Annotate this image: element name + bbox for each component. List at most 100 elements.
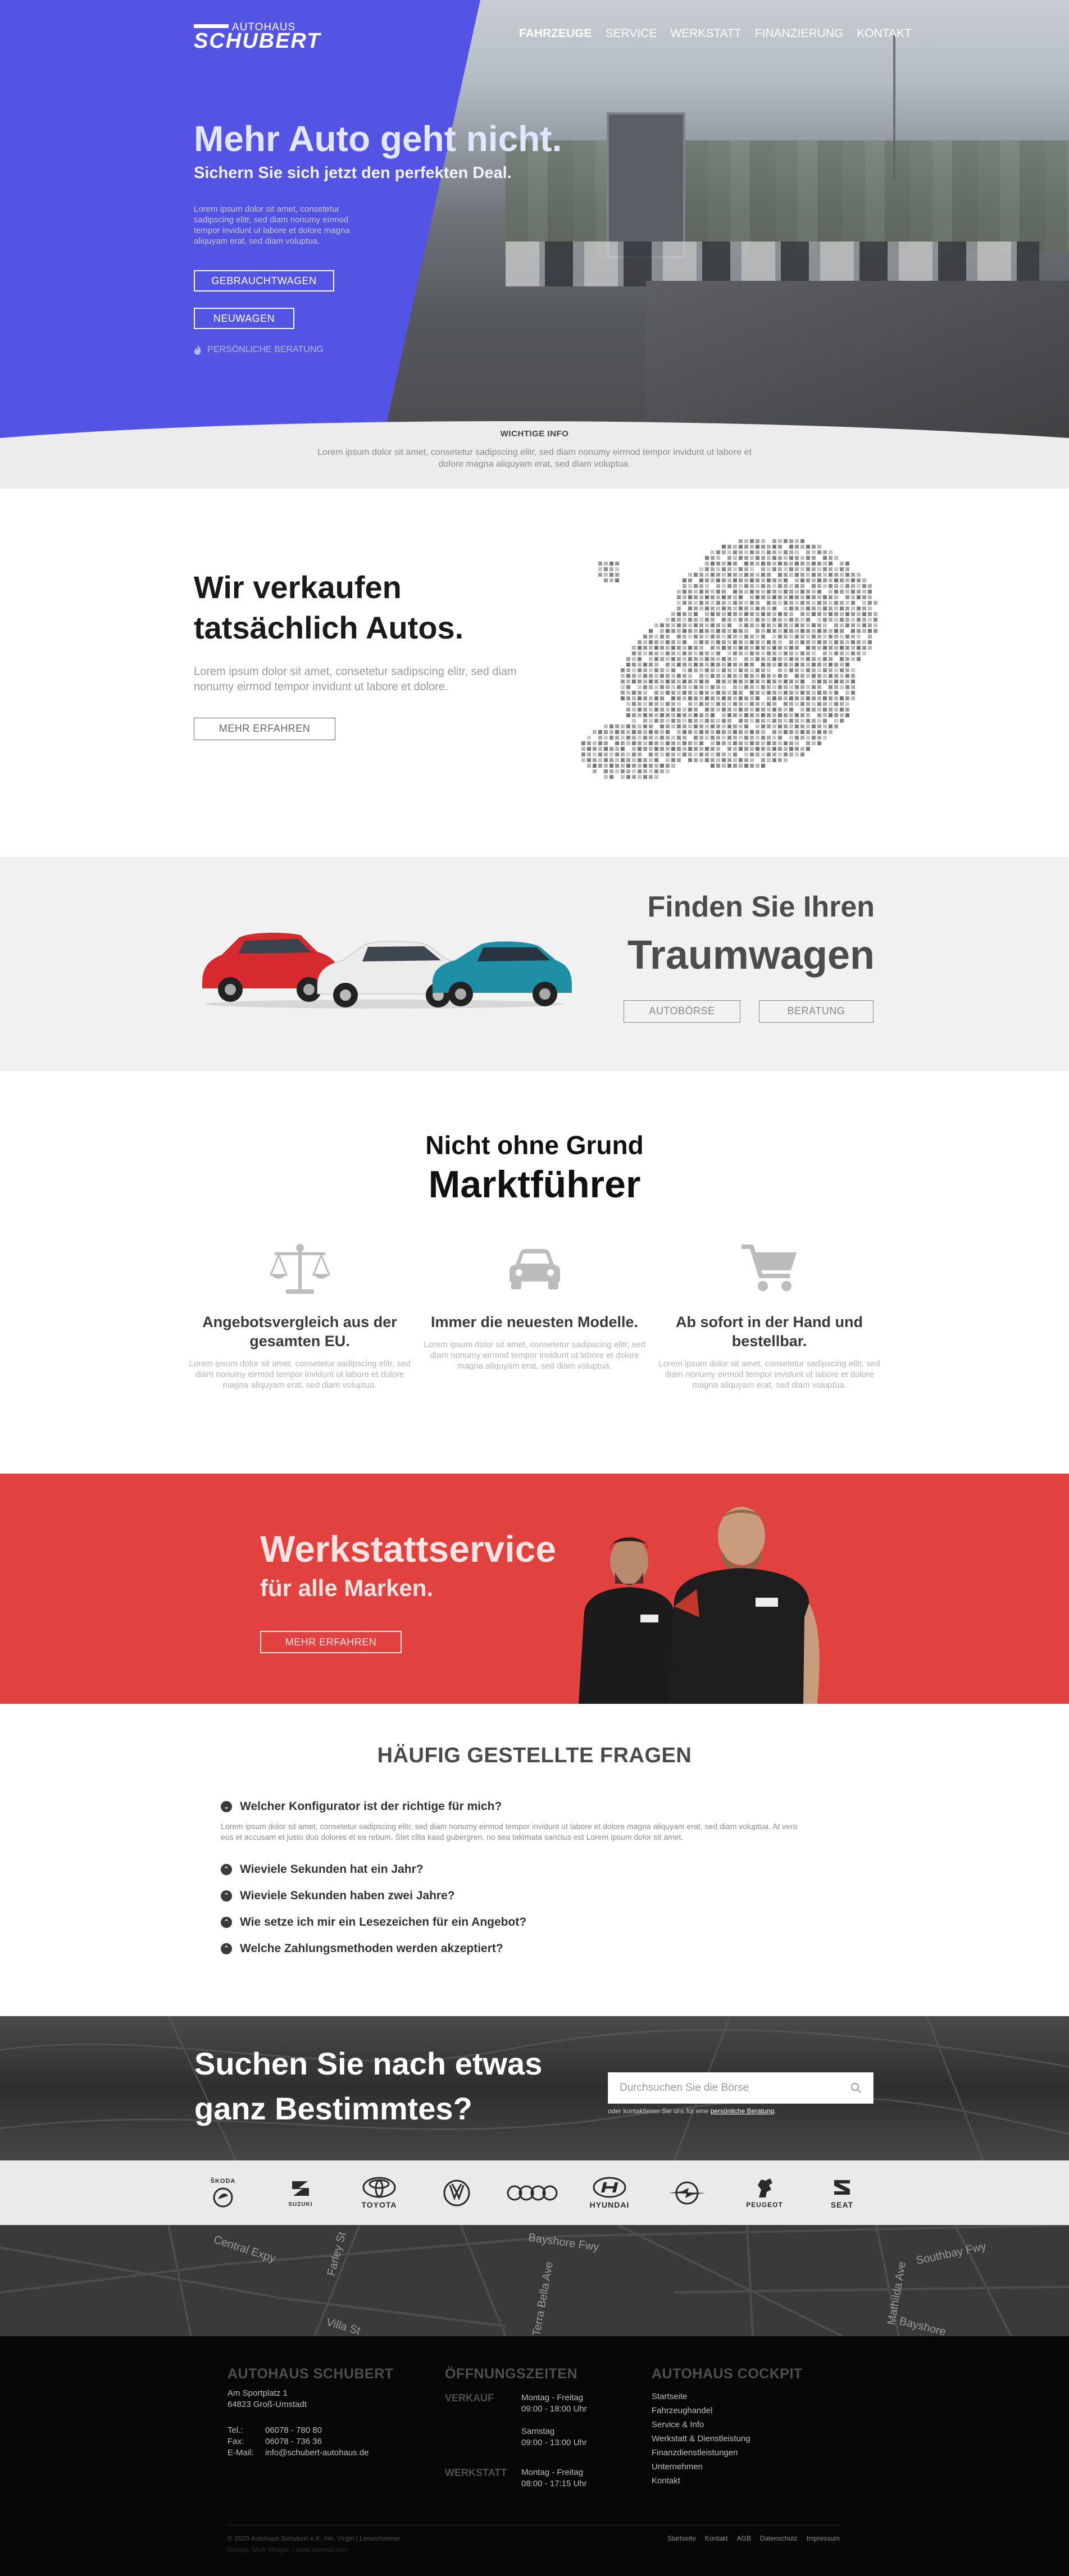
map-dot [727, 668, 731, 672]
map-dot [845, 708, 849, 712]
map-dot [817, 736, 821, 740]
map-dot [834, 618, 838, 622]
map-dot [688, 651, 692, 655]
map-dot [677, 696, 681, 700]
nav-item-fahrzeuge[interactable]: FAHRZEUGE [519, 27, 592, 40]
map-dot [711, 663, 715, 667]
brand-seat[interactable]: SEAT [817, 2169, 867, 2217]
map-dot [744, 629, 748, 633]
suzuki-logo-icon [292, 2181, 309, 2196]
nav-item-service[interactable]: SERVICE [606, 27, 657, 40]
map-dot [862, 618, 866, 622]
map-dot [733, 764, 737, 768]
workshop-more-button[interactable]: MEHR ERFAHREN [260, 1631, 402, 1653]
map-dot [840, 623, 844, 627]
map-dot [789, 753, 793, 756]
nav-item-finanzierung[interactable]: FINANZIERUNG [755, 27, 844, 40]
consulting-button[interactable]: BERATUNG [759, 1000, 874, 1023]
brand-opel[interactable] [662, 2169, 712, 2217]
map-dot [784, 550, 788, 554]
map-dot [767, 562, 771, 566]
map-dot [767, 646, 771, 650]
map-dot [857, 607, 861, 610]
brand-vw[interactable] [431, 2169, 482, 2217]
legal-link-startseite[interactable]: Startseite [667, 2534, 696, 2542]
personal-consulting-link[interactable]: PERSÖNLICHE BERATUNG [194, 345, 324, 355]
footer-link-kontakt[interactable]: Kontakt [652, 2474, 750, 2488]
map-dot [688, 623, 692, 627]
logo[interactable]: AUTOHAUS SCHUBERT [194, 21, 351, 53]
brand-suzuki[interactable]: SUZUKI [275, 2169, 326, 2217]
map-dot [699, 674, 703, 678]
map-dot [784, 663, 788, 667]
footer-mail[interactable]: info@schubert-autohaus.de [265, 2447, 369, 2459]
map-dot [727, 702, 731, 706]
map-dot [711, 696, 715, 700]
faq-question-3[interactable]: ⌃ Wieviele Sekunden haben zwei Jahre? [221, 1889, 455, 1903]
car-market-button[interactable]: AUTOBÖRSE [624, 1000, 740, 1023]
sell-more-button[interactable]: MEHR ERFAHREN [194, 718, 335, 740]
map-dot [784, 573, 788, 577]
search-input[interactable] [620, 2082, 850, 2094]
legal-link-agb[interactable]: AGB [737, 2534, 751, 2542]
map-dot [722, 708, 726, 712]
consulting-link[interactable]: persönliche Beratung [711, 2107, 774, 2115]
brand-skoda[interactable]: ŠKODA [198, 2169, 248, 2217]
map-dot [823, 562, 827, 566]
map-dot [694, 629, 698, 633]
footer-street: Am Sportplatz 1 [228, 2388, 288, 2398]
nav-item-kontakt[interactable]: KONTAKT [857, 27, 912, 40]
map-dot [778, 685, 782, 689]
search-icon[interactable] [850, 2082, 862, 2094]
dream-title-1: Finden Sie Ihren [647, 891, 875, 923]
footer-link-startseite[interactable]: Startseite [652, 2390, 750, 2404]
brand-peugeot[interactable]: PEUGEOT [739, 2169, 790, 2217]
map-dot [744, 668, 748, 672]
footer-link-finanz[interactable]: Finanzdienstleistungen [652, 2446, 750, 2460]
map-dot [778, 567, 782, 571]
map-dot [593, 769, 597, 773]
nav-item-werkstatt[interactable]: WERKSTATT [670, 27, 741, 40]
map-dot [761, 573, 765, 577]
map-dot [677, 640, 681, 644]
map-dot [834, 635, 838, 639]
map-dot [699, 747, 703, 751]
footer-tel[interactable]: 06078 - 780 80 [265, 2425, 322, 2436]
faq-question-1[interactable]: ⌄ Welcher Konfigurator ist der richtige … [221, 1800, 502, 1813]
map-dot [727, 618, 731, 622]
legal-link-kontakt[interactable]: Kontakt [705, 2534, 728, 2542]
brand-toyota[interactable]: TOYOTA [354, 2169, 404, 2217]
map-dot [800, 629, 804, 633]
footer-link-werkstatt[interactable]: Werkstatt & Dienstleistung [652, 2432, 750, 2446]
footer-link-service[interactable]: Service & Info [652, 2418, 750, 2432]
brand-hyundai[interactable]: HYUNDAI [584, 2169, 635, 2217]
map-dot [834, 708, 838, 712]
map-dot [829, 674, 833, 678]
used-cars-button[interactable]: GEBRAUCHTWAGEN [194, 270, 334, 291]
map-dot [772, 550, 776, 554]
map-dot [688, 601, 692, 605]
legal-link-datenschutz[interactable]: Datenschutz [760, 2534, 798, 2542]
map-dot [750, 702, 754, 706]
footer-link-unternehmen[interactable]: Unternehmen [652, 2460, 750, 2474]
map-dot [851, 691, 855, 695]
map-dot [812, 719, 816, 723]
map-dot [660, 640, 664, 644]
new-cars-button[interactable]: NEUWAGEN [194, 308, 294, 329]
map-dot [784, 708, 788, 712]
map-dot [727, 736, 731, 740]
brand-audi[interactable] [507, 2169, 558, 2217]
map-dot [756, 601, 759, 605]
location-map[interactable]: Central Expy Farley St Bayshore Fwy Terr… [0, 2225, 1069, 2336]
legal-link-impressum[interactable]: Impressum [807, 2534, 840, 2542]
faq-question-4[interactable]: ⌃ Wie setze ich mir ein Lesezeichen für … [221, 1916, 526, 1929]
map-dot [643, 736, 647, 740]
faq-question-5[interactable]: ⌃ Welche Zahlungsmethoden werden akzepti… [221, 1942, 503, 1955]
map-dot [733, 657, 737, 661]
map-dot [812, 646, 816, 650]
faq-question-2[interactable]: ⌃ Wieviele Sekunden hat ein Jahr? [221, 1863, 424, 1876]
map-dot [800, 545, 804, 549]
footer-link-fahrzeughandel[interactable]: Fahrzeughandel [652, 2404, 750, 2418]
map-dot [626, 730, 630, 734]
map-dot [705, 708, 709, 712]
